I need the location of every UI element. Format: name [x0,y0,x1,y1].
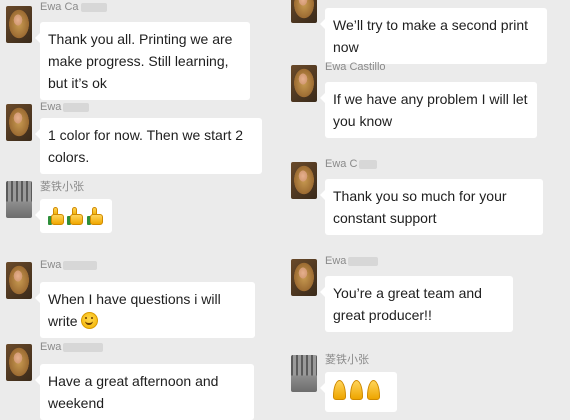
emoji-row [333,378,389,400]
thumbs-up-icon [48,206,65,226]
avatar[interactable] [291,65,317,102]
smile-icon [80,312,98,329]
message-bubble[interactable]: When I have questions i will write [35,282,255,338]
message-bubble[interactable]: We’ll try to make a second print now [320,8,547,64]
redacted-mark [63,342,104,352]
sender-name: Ewa [40,341,104,353]
sender-name: Ewa [40,259,98,271]
emoji-row [48,205,104,227]
praying-hands-icon [333,380,346,400]
avatar[interactable] [6,6,32,43]
message-bubble[interactable]: Thank you so much for your constant supp… [320,179,543,235]
message-text: 1 color for now. Then we start 2 colors. [48,127,244,165]
avatar[interactable] [6,104,32,141]
message-bubble[interactable]: Thank you all. Printing we are make prog… [35,22,250,100]
praying-hands-icon [350,380,363,400]
avatar[interactable] [6,344,32,381]
sender-name: Ewa C [325,158,378,170]
message-text: Have a great afternoon and weekend [48,373,219,411]
message-text: Thank you all. Printing we are make prog… [48,31,233,91]
avatar[interactable] [6,181,32,218]
redacted-mark [63,260,98,270]
sender-name: Ewa Castillo [325,61,386,73]
redacted-mark [80,2,107,12]
thumbs-up-icon [67,206,84,226]
message-text: Thank you so much for your constant supp… [333,188,507,226]
redacted-mark [348,256,379,266]
sender-name: Ewa Ca [40,1,107,13]
praying-hands-icon [367,380,380,400]
message-bubble[interactable]: Have a great afternoon and weekend [35,364,254,420]
avatar[interactable] [291,162,317,199]
sender-name: 菱铁小张 [40,181,84,193]
avatar[interactable] [291,355,317,392]
message-bubble[interactable] [35,199,112,233]
chat-column-right: We’ll try to make a second print now Ewa… [285,0,570,412]
redacted-mark [359,159,378,169]
sender-name: 菱铁小张 [325,354,369,366]
message-bubble[interactable] [320,372,397,412]
sender-name: Ewa [40,101,90,113]
message-text: If we have any problem I will let you kn… [333,91,528,129]
message-bubble[interactable]: 1 color for now. Then we start 2 colors. [35,118,262,174]
redacted-mark [63,102,90,112]
chat-column-left: Ewa Ca Thank you all. Printing we are ma… [0,0,285,420]
thumbs-up-icon [86,206,104,226]
message-bubble[interactable]: You’re a great team and great producer!! [320,276,513,332]
message-text: When I have questions i will write [48,291,221,329]
avatar[interactable] [291,0,317,23]
message-bubble[interactable]: If we have any problem I will let you kn… [320,82,537,138]
sender-name: Ewa [325,255,379,267]
message-text: You’re a great team and great producer!! [333,285,482,323]
avatar[interactable] [291,259,317,296]
avatar[interactable] [6,262,32,299]
message-text: We’ll try to make a second print now [333,17,529,55]
